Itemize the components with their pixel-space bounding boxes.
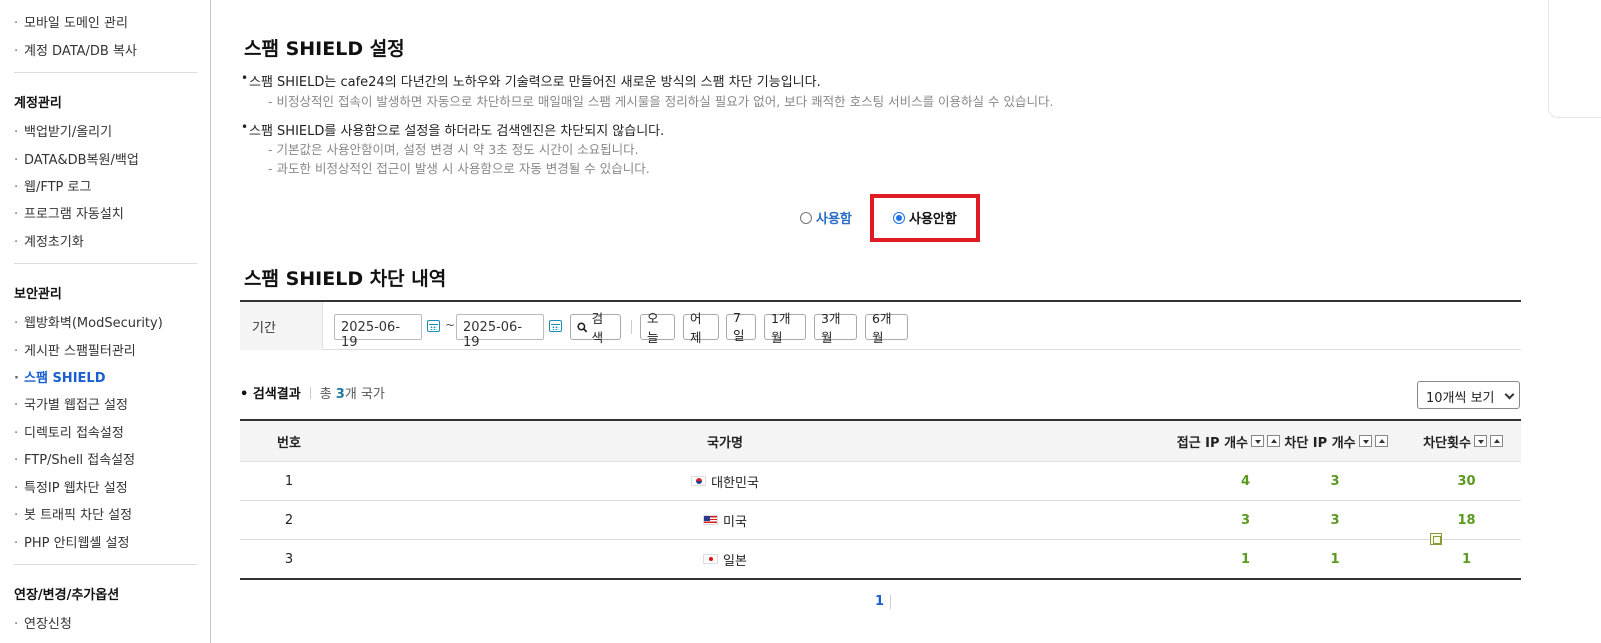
date-to-input[interactable]: 2025-06-19 xyxy=(456,314,544,350)
description-line: 스팸 SHIELD를 사용함으로 설정을 하더라도 검색엔진은 차단되지 않습니… xyxy=(241,120,664,139)
quick-3months-button[interactable]: 3개월 xyxy=(814,311,857,345)
sidebar-item-php-antiwebshell[interactable]: · PHP 안티웹셸 설정 xyxy=(14,532,129,551)
period-label: 기간 xyxy=(240,302,323,350)
sidebar-item-auto-install[interactable]: · 프로그램 자동설치 xyxy=(14,203,124,222)
row-access-ip: 3 xyxy=(1240,512,1250,528)
row-block-count: 30 xyxy=(1457,473,1476,489)
calendar-icon[interactable] xyxy=(427,320,440,332)
sidebar-divider xyxy=(14,72,197,73)
sidebar-section-title: 보안관리 xyxy=(14,287,62,302)
quick-1month-button[interactable]: 1개월 xyxy=(764,311,806,345)
description-sub: - 비정상적인 접속이 발생하면 자동으로 차단하므로 매일매일 스팸 게시물을… xyxy=(268,94,1054,109)
sidebar-item-bot-traffic[interactable]: · 봇 트래픽 차단 설정 xyxy=(14,504,132,523)
korea-flag-icon xyxy=(691,476,707,486)
separator xyxy=(631,320,632,334)
date-range-tilde: ~ xyxy=(445,318,456,332)
sort-desc-icon[interactable] xyxy=(1251,435,1264,447)
calendar-icon[interactable] xyxy=(549,320,562,332)
separator xyxy=(309,386,311,399)
row-access-ip: 1 xyxy=(1240,551,1250,567)
quick-7days-button[interactable]: 7일 xyxy=(726,310,756,343)
page-title: 스팸 SHIELD 설정 xyxy=(244,38,405,60)
row-country: 대한민국 xyxy=(600,462,850,500)
sidebar-item-ftp-shell[interactable]: · FTP/Shell 접속설정 xyxy=(14,449,135,468)
sidebar-item-restore[interactable]: · DATA&DB복원/백업 xyxy=(14,149,139,168)
description-sub: - 과도한 비정상적인 접근이 발생 시 사용함으로 자동 변경될 수 있습니다… xyxy=(268,161,650,176)
sidebar-item-spam-shield[interactable]: · 스팸 SHIELD xyxy=(14,367,105,386)
row-country: 미국 xyxy=(600,501,850,539)
row-blocked-ip: 3 xyxy=(1330,512,1340,528)
sidebar-item-account-copy[interactable]: · 계정 DATA/DB 복사 xyxy=(14,40,137,59)
sidebar-item-directory-access[interactable]: · 디렉토리 접속설정 xyxy=(14,422,124,441)
search-button[interactable]: 검색 xyxy=(570,311,621,345)
row-block-count: 1 xyxy=(1461,551,1472,567)
sidebar-item-backup[interactable]: · 백업받기/올리기 xyxy=(14,121,112,140)
col-number: 번호 xyxy=(277,435,301,451)
col-blocked-ip: 차단 IP 개수 xyxy=(1270,421,1402,461)
expand-icon[interactable] xyxy=(1430,533,1442,545)
sidebar-item-mobile-domain[interactable]: · 모바일 도메인 관리 xyxy=(14,12,128,31)
row-country: 일본 xyxy=(600,540,850,578)
page-link-current[interactable]: 1 xyxy=(875,594,884,609)
table-row: 3 일본 1 1 1 xyxy=(240,540,1521,578)
japan-flag-icon xyxy=(703,554,719,564)
page-size-select[interactable]: 10개씩 보기 xyxy=(1417,381,1520,409)
sidebar-item-account-reset[interactable]: · 계정초기화 xyxy=(14,231,84,250)
radio-use-circle[interactable] xyxy=(800,211,812,224)
side-panel-edge xyxy=(1548,0,1601,118)
radio-use-label: 사용함 xyxy=(816,212,852,227)
result-count: 총 3개 국가 xyxy=(319,387,385,402)
usa-flag-icon xyxy=(703,515,719,525)
sidebar-item-country-access[interactable]: · 국가별 웹접근 설정 xyxy=(14,394,128,413)
row-block-count: 18 xyxy=(1457,512,1476,528)
table-row: 1 대한민국 4 3 30 xyxy=(240,462,1521,501)
sort-desc-icon[interactable] xyxy=(1358,435,1372,447)
col-country: 국가명 xyxy=(707,435,743,451)
quick-6months-button[interactable]: 6개월 xyxy=(865,311,908,345)
sidebar-item-modsecurity[interactable]: · 웹방화벽(ModSecurity) xyxy=(14,312,163,331)
highlight-box xyxy=(870,194,980,242)
radio-use[interactable]: 사용함 xyxy=(800,208,852,227)
table-row: 2 미국 3 3 18 xyxy=(240,501,1521,540)
row-number: 3 xyxy=(284,551,294,567)
sidebar: · 모바일 도메인 관리 · 계정 DATA/DB 복사 계정관리 · 백업받기/올리… xyxy=(0,0,211,643)
history-title: 스팸 SHIELD 차단 내역 xyxy=(244,268,447,290)
chevron-down-icon xyxy=(1504,389,1515,400)
description-sub: - 기본값은 사용안함이며, 설정 변경 시 약 3초 정도 시간이 소요됩니다… xyxy=(268,142,639,157)
sidebar-item-spam-filter[interactable]: · 게시판 스팸필터관리 xyxy=(14,340,136,359)
pagination: 1 xyxy=(875,594,892,609)
main-content: 스팸 SHIELD 설정 스팸 SHIELD는 cafe24의 다년간의 노하우… xyxy=(211,0,1601,643)
row-blocked-ip: 3 xyxy=(1330,473,1340,489)
row-blocked-ip: 1 xyxy=(1330,551,1340,567)
search-icon xyxy=(577,322,588,332)
separator xyxy=(890,594,892,609)
sidebar-section-title: 계정관리 xyxy=(14,96,62,111)
sort-asc-icon[interactable] xyxy=(1489,435,1503,447)
description-line: 스팸 SHIELD는 cafe24의 다년간의 노하우와 기술력으로 만들어진 … xyxy=(241,71,821,90)
quick-yesterday-button[interactable]: 어제 xyxy=(683,311,719,345)
sidebar-item-extension[interactable]: · 연장신청 xyxy=(14,613,72,632)
row-access-ip: 4 xyxy=(1240,473,1250,489)
result-summary: • 검색결과 총 3개 국가 xyxy=(240,383,385,402)
sidebar-divider xyxy=(14,263,197,264)
sidebar-divider xyxy=(14,564,197,565)
sort-asc-icon[interactable] xyxy=(1374,435,1388,447)
sidebar-item-ip-block[interactable]: · 특정IP 웹차단 설정 xyxy=(14,477,128,496)
sort-desc-icon[interactable] xyxy=(1473,435,1487,447)
sidebar-item-web-ftp-log[interactable]: · 웹/FTP 로그 xyxy=(14,176,91,195)
sidebar-section-title: 연장/변경/추가옵션 xyxy=(14,588,120,603)
date-from-input[interactable]: 2025-06-19 xyxy=(334,314,422,350)
col-block-count: 차단횟수 xyxy=(1405,421,1521,461)
period-filter: 기간 2025-06-19 ~ 2025-06-19 검색 오늘 어제 7일 1… xyxy=(240,300,1521,350)
col-access-ip: 접근 IP 개수 xyxy=(1140,421,1280,461)
row-number: 1 xyxy=(284,473,294,489)
result-label: • 검색결과 xyxy=(240,387,301,402)
block-history-table: 번호 국가명 접근 IP 개수 차단 IP 개수 차단횟수 1 대한민국 4 3 xyxy=(240,419,1521,580)
quick-today-button[interactable]: 오늘 xyxy=(640,311,675,345)
row-number: 2 xyxy=(284,512,294,528)
table-header: 번호 국가명 접근 IP 개수 차단 IP 개수 차단횟수 xyxy=(240,421,1521,462)
